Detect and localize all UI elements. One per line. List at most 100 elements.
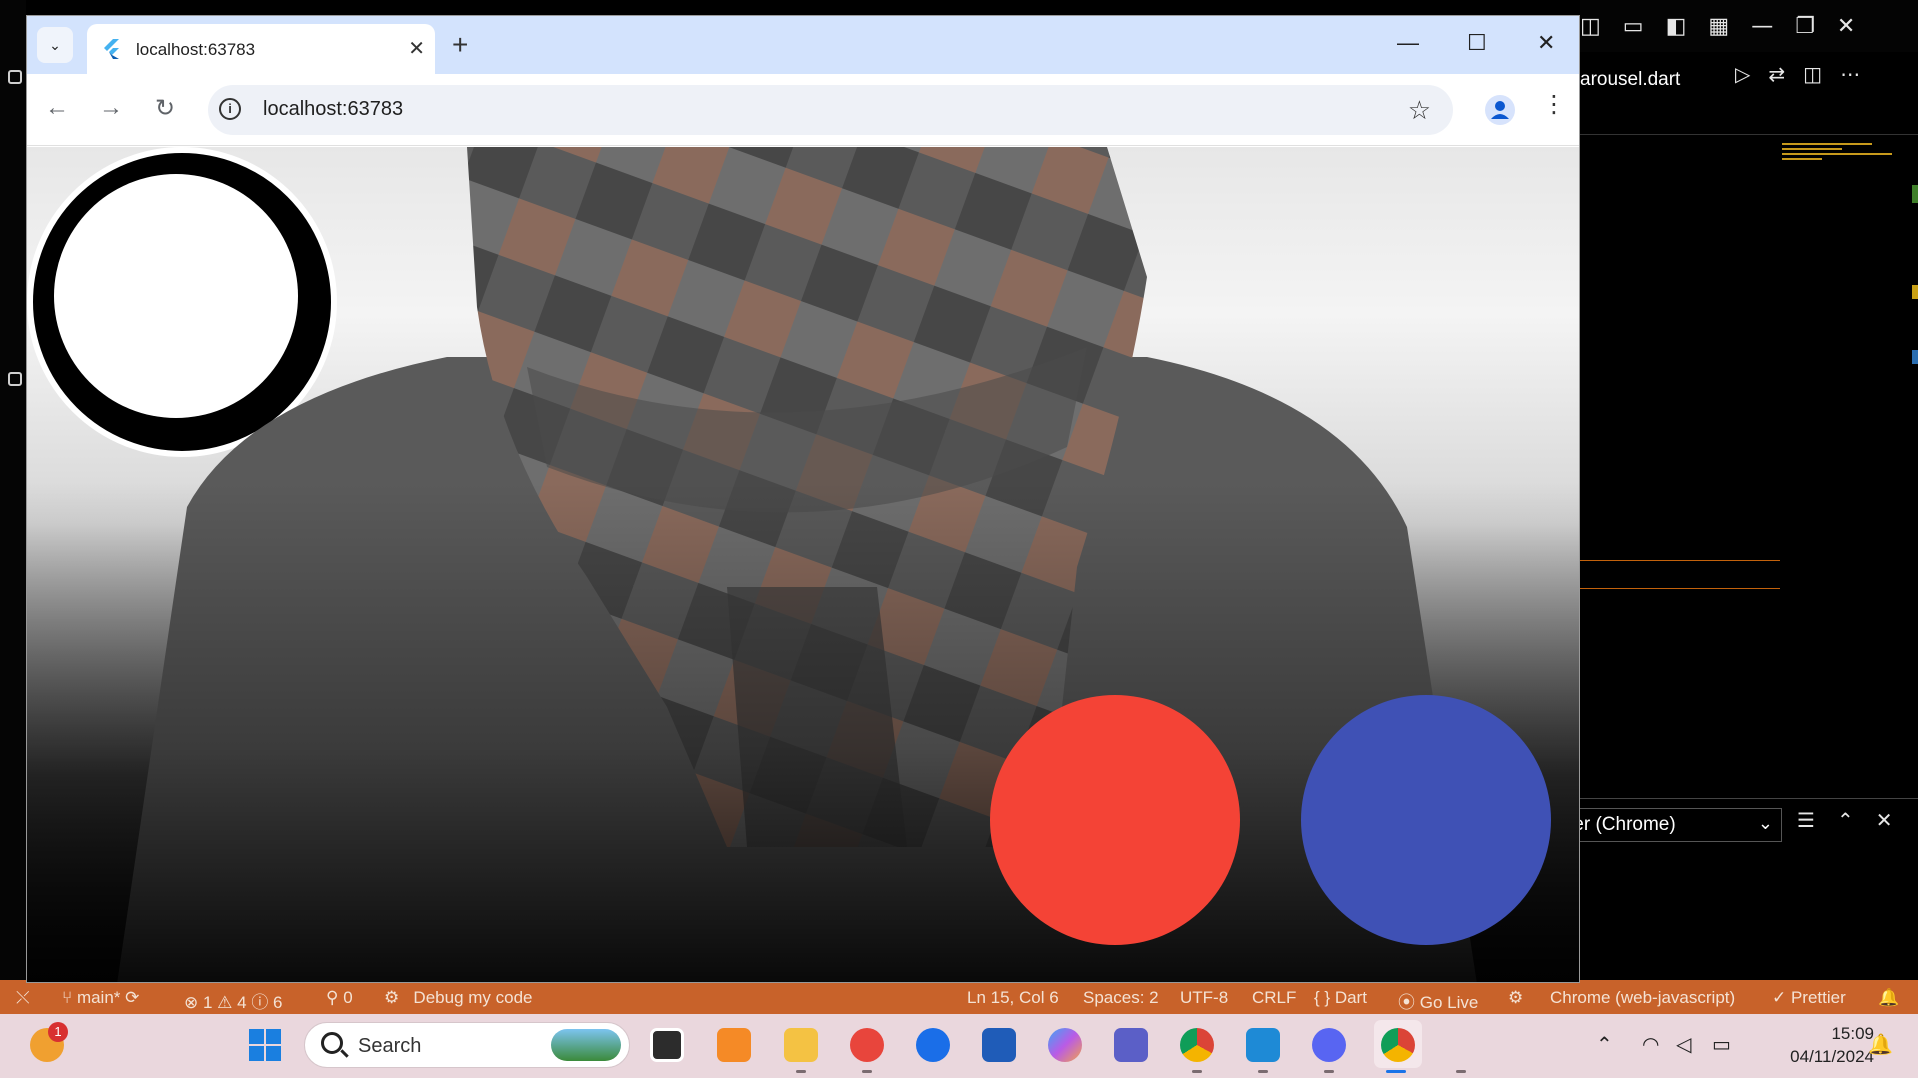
minimize-icon[interactable]: — <box>1397 30 1419 56</box>
customize-layout-icon[interactable]: ▦ <box>1708 14 1729 39</box>
explorer-icon[interactable] <box>8 70 22 84</box>
problems-item[interactable]: ⊗ 1 ⚠ 4 ⓘ 6 <box>184 988 283 1013</box>
chrome-toolbar: ← → ↻ i localhost:63783 ☆ ⋮ <box>27 74 1579 146</box>
reload-icon[interactable]: ↻ <box>155 94 175 123</box>
ports-item[interactable]: ⚲ 0 <box>326 988 353 1008</box>
windows-start-icon[interactable] <box>248 1028 282 1062</box>
source-control-icon[interactable]: ⇄ <box>1768 62 1785 87</box>
layout-icon[interactable]: ◫ <box>1580 14 1601 39</box>
back-icon[interactable]: ← <box>45 94 69 122</box>
editor-actions: ▷ ⇄ ◫ ⋯ <box>1735 62 1860 87</box>
person-icon <box>1491 101 1509 119</box>
teams-icon[interactable] <box>1114 1028 1148 1062</box>
tab-strip: ⌄ localhost:63783 ✕ + — ☐ ✕ <box>27 16 1579 74</box>
running-indicator <box>1192 1070 1202 1073</box>
new-tab-button[interactable]: + <box>452 29 468 61</box>
site-info-icon[interactable]: i <box>219 98 241 120</box>
carousel-dot-white <box>54 174 298 418</box>
minimap <box>1782 140 1902 170</box>
infos-count: 6 <box>273 993 283 1012</box>
close-panel-icon[interactable]: ✕ <box>1876 808 1893 833</box>
debug-console-select-label: ter (Chrome) <box>1568 814 1676 835</box>
language-mode[interactable]: { } Dart <box>1314 988 1367 1008</box>
discord-icon[interactable] <box>1312 1028 1346 1062</box>
go-live[interactable]: ⦿ Go Live <box>1398 988 1478 1013</box>
file-explorer-icon[interactable] <box>784 1028 818 1062</box>
prettier-item[interactable]: ✓ Prettier <box>1772 988 1846 1008</box>
notification-bell-icon[interactable]: 🔔 <box>1868 1032 1893 1057</box>
carousel-dot-blue[interactable] <box>1301 695 1551 945</box>
wifi-icon[interactable]: ◠ <box>1642 1032 1659 1057</box>
chrome-icon[interactable] <box>1381 1028 1415 1062</box>
scroll-marker <box>1912 185 1918 203</box>
address-bar[interactable]: i localhost:63783 ☆ <box>208 85 1453 135</box>
debug-console-select[interactable]: ter (Chrome) ⌄ <box>1567 808 1782 842</box>
errors-count: 1 <box>202 993 213 1012</box>
maximize-icon[interactable]: ☐ <box>1467 30 1487 56</box>
running-indicator <box>862 1070 872 1073</box>
vscode-title-bar: ◫ ▭ ◧ ▦ — ❐ ✕ <box>1580 0 1918 52</box>
run-debug-icon[interactable]: ▷ <box>1735 62 1750 87</box>
more-icon[interactable]: ⋯ <box>1840 62 1860 87</box>
prettier-label: Prettier <box>1790 988 1846 1007</box>
active-indicator <box>1386 1070 1406 1073</box>
taskbar-search[interactable]: Search <box>304 1022 630 1068</box>
tray-overflow-icon[interactable]: ⌃ <box>1596 1032 1613 1057</box>
debug-item[interactable]: ⚙ Debug my code <box>384 988 533 1008</box>
notifications-icon[interactable]: 🔔 <box>1878 988 1899 1008</box>
xampp-icon[interactable] <box>717 1028 751 1062</box>
split-icon[interactable]: ◧ <box>1666 14 1687 39</box>
editor-line <box>1580 560 1780 561</box>
flutter-icon[interactable]: ⚙ <box>1508 988 1523 1008</box>
firefox-icon[interactable] <box>850 1028 884 1062</box>
close-window-icon[interactable]: ✕ <box>1537 30 1555 56</box>
tab-title: localhost:63783 <box>136 40 256 59</box>
profile-avatar[interactable] <box>1485 95 1515 125</box>
zoom-icon[interactable] <box>916 1028 950 1062</box>
forward-icon[interactable]: → <box>99 94 123 122</box>
restore-icon[interactable]: ❐ <box>1795 14 1815 39</box>
maximize-panel-icon[interactable]: ⌃ <box>1837 808 1854 833</box>
indentation[interactable]: Spaces: 2 <box>1083 988 1159 1008</box>
encoding[interactable]: UTF-8 <box>1180 988 1228 1008</box>
remote-icon[interactable]: ⤬ <box>16 988 30 1008</box>
search-label: Search <box>358 1035 422 1057</box>
bookmark-star-icon[interactable]: ☆ <box>1408 95 1431 126</box>
system-clock[interactable]: 15:09 04/11/2024 <box>1762 1022 1874 1068</box>
running-indicator <box>1456 1070 1466 1073</box>
volume-icon[interactable]: ◁ <box>1676 1032 1691 1057</box>
warnings-count: 4 <box>237 993 247 1012</box>
clear-console-icon[interactable]: ☰ <box>1797 808 1815 833</box>
line-endings[interactable]: CRLF <box>1252 988 1296 1008</box>
tab-close-icon[interactable]: ✕ <box>408 36 425 61</box>
branch-item[interactable]: ⑂ main* ⟳ <box>62 988 139 1008</box>
chrome-window: ⌄ localhost:63783 ✕ + — ☐ ✕ ← → ↻ i loca… <box>26 15 1580 983</box>
vscode-icon[interactable] <box>1246 1028 1280 1062</box>
editor-tab[interactable]: arousel.dart <box>1580 62 1730 98</box>
editor-tab-label: arousel.dart <box>1580 69 1681 90</box>
split-editor-icon[interactable]: ◫ <box>1803 62 1822 87</box>
word-icon[interactable] <box>982 1028 1016 1062</box>
ports-count: 0 <box>343 988 353 1007</box>
desktop: ◫ ▭ ◧ ▦ — ❐ ✕ arousel.dart ▷ ⇄ ◫ ⋯ ter (… <box>0 0 1918 1078</box>
minimize-icon[interactable]: — <box>1751 14 1773 39</box>
active-tab[interactable]: localhost:63783 ✕ <box>87 24 435 74</box>
cursor-position[interactable]: Ln 15, Col 6 <box>967 988 1059 1008</box>
search-highlight-image <box>551 1029 621 1061</box>
go-live-label: Go Live <box>1419 993 1479 1012</box>
task-view-icon[interactable] <box>650 1028 684 1062</box>
scroll-marker <box>1912 285 1918 299</box>
chrome-menu-icon[interactable]: ⋮ <box>1542 90 1566 119</box>
carousel-dot-red[interactable] <box>990 695 1240 945</box>
vscode-status-bar: ⤬ ⑂ main* ⟳ ⊗ 1 ⚠ 4 ⓘ 6 ⚲ 0 ⚙ Debug my c… <box>0 980 1918 1014</box>
close-icon[interactable]: ✕ <box>1837 14 1855 39</box>
running-indicator <box>796 1070 806 1073</box>
battery-icon[interactable]: ▭ <box>1712 1032 1731 1057</box>
tab-search-button[interactable]: ⌄ <box>37 27 73 63</box>
clock-time: 15:09 <box>1831 1024 1874 1043</box>
panel-icon[interactable]: ▭ <box>1623 14 1644 39</box>
extensions-icon[interactable] <box>8 372 22 386</box>
device-selector[interactable]: Chrome (web-javascript) <box>1550 988 1735 1008</box>
chrome-profile-icon[interactable] <box>1180 1028 1214 1062</box>
copilot-icon[interactable] <box>1048 1028 1082 1062</box>
